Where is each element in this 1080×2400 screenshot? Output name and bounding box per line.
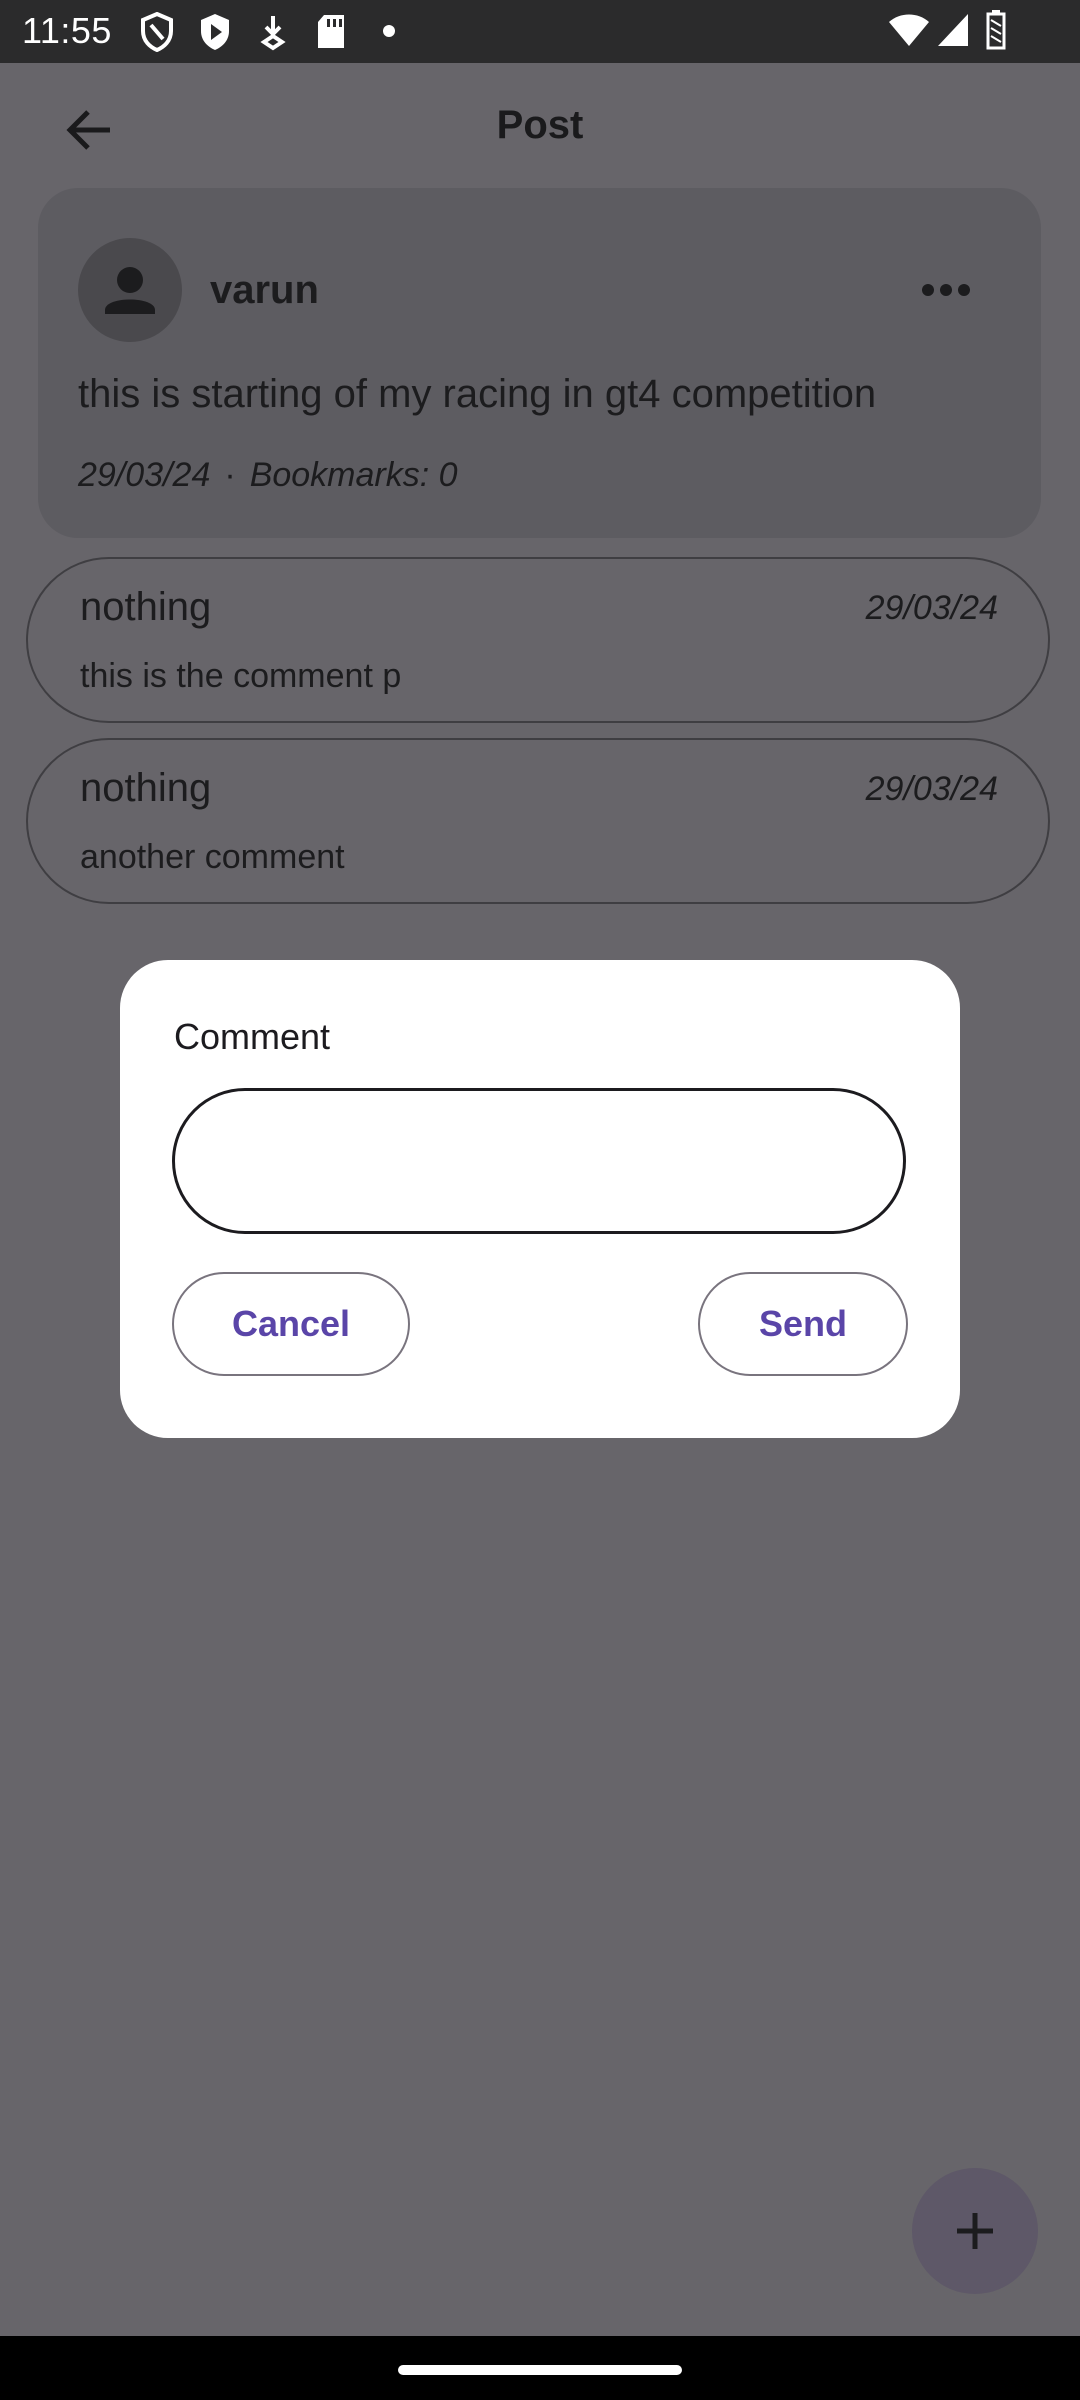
- comment-dialog: Comment Cancel Send: [120, 960, 960, 1438]
- post-author[interactable]: varun: [210, 268, 319, 313]
- page-title: Post: [496, 103, 584, 147]
- meta-separator: ·: [224, 456, 236, 494]
- status-time: 11:55: [22, 10, 112, 51]
- post-date: 29/03/24: [78, 456, 211, 494]
- comment-author: nothing: [80, 585, 212, 629]
- post-text: this is starting of my racing in gt4 com…: [78, 372, 877, 416]
- comment-date: 29/03/24: [865, 770, 998, 808]
- comment-input[interactable]: [172, 1088, 906, 1234]
- comment-card[interactable]: nothing 29/03/24 another comment: [26, 738, 1050, 904]
- more-options-button[interactable]: [921, 282, 971, 298]
- navigation-bar: [0, 2336, 1080, 2400]
- wifi-icon: [889, 14, 929, 46]
- person-icon: [105, 267, 155, 314]
- app-bar: Post: [0, 63, 1080, 189]
- cancel-button[interactable]: Cancel: [172, 1272, 410, 1376]
- comment-card[interactable]: nothing 29/03/24 this is the comment p: [26, 557, 1050, 723]
- signal-icon: [938, 14, 968, 46]
- comment-text: this is the comment p: [80, 657, 402, 695]
- bookmark-count: Bookmarks: 0: [249, 456, 458, 494]
- avatar[interactable]: [78, 238, 182, 342]
- download-icon: [260, 16, 286, 51]
- gesture-handle[interactable]: [398, 2365, 682, 2375]
- send-button[interactable]: Send: [698, 1272, 908, 1376]
- post-card[interactable]: varun this is starting of my racing in g…: [38, 188, 1041, 538]
- post-meta: 29/03/24 · Bookmarks: 0: [78, 456, 458, 495]
- dot-icon: [383, 25, 395, 37]
- play-shield-icon: [201, 14, 229, 50]
- more-horiz-icon: [922, 284, 970, 296]
- plus-icon: [957, 2213, 993, 2249]
- shield-icon: [141, 12, 173, 52]
- comment-date: 29/03/24: [865, 589, 998, 627]
- sd-card-icon: [318, 15, 344, 48]
- comment-author: nothing: [80, 766, 212, 810]
- status-bar: 11:55: [0, 0, 1080, 63]
- comment-text: another comment: [80, 838, 345, 876]
- battery-icon: [986, 10, 1006, 50]
- add-fab-button[interactable]: [912, 2168, 1038, 2294]
- dialog-label: Comment: [174, 1016, 331, 1057]
